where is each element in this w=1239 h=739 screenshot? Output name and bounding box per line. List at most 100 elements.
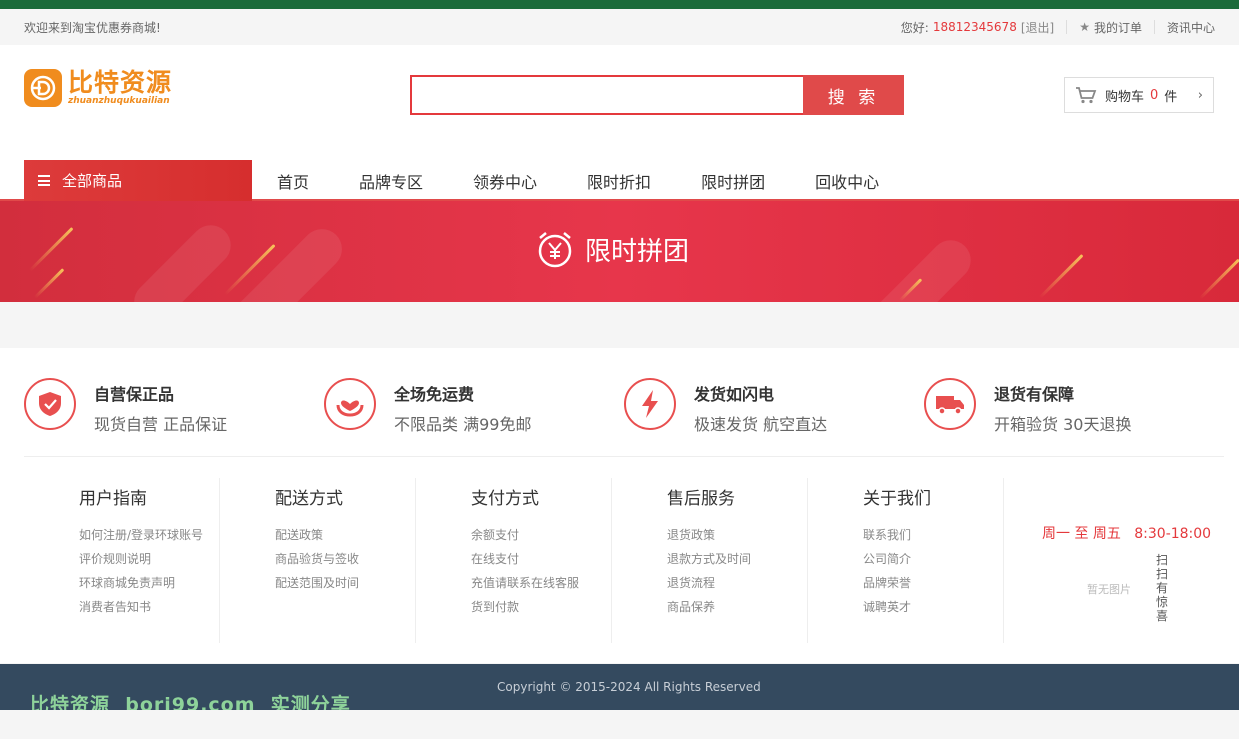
contact-info: 周一 至 周五 8:30-18:00 暂无图片 扫扫有惊喜 [1004, 478, 1224, 643]
page-banner: 限时拼团 [0, 201, 1239, 302]
footer-column-delivery: 配送方式 配送政策 商品验货与签收 配送范围及时间 [220, 478, 416, 643]
my-orders-label: 我的订单 [1093, 20, 1142, 35]
footer-link[interactable]: 货到付款 [471, 595, 611, 619]
service-desc: 开箱验货 30天退换 [994, 415, 1132, 434]
hands-heart-icon [324, 378, 376, 430]
footer-link[interactable]: 品牌荣誉 [863, 571, 1003, 595]
cart-icon [1076, 87, 1097, 104]
footer-column-payment: 支付方式 余额支付 在线支付 充值请联系在线客服 货到付款 [416, 478, 612, 643]
footer-link[interactable]: 消费者告知书 [79, 595, 219, 619]
service-item: 发货如闪电 极速发货 航空直达 [624, 378, 924, 458]
qr-code-placeholder: 暂无图片 [1087, 583, 1131, 596]
service-title: 全场免运费 [394, 385, 475, 404]
cart-button[interactable]: 购物车 0 件 › [1064, 77, 1214, 113]
news-center-link[interactable]: 资讯中心 [1167, 19, 1215, 36]
footer-column-heading: 支付方式 [471, 489, 539, 509]
top-bar: 欢迎来到淘宝优惠券商城! 您好: 18812345678 [退出] ★ 我的订单… [0, 9, 1239, 45]
service-desc: 极速发货 航空直达 [694, 415, 828, 434]
logo-pinyin: zhuanzhuqukuailian [68, 95, 170, 106]
service-item: 全场免运费 不限品类 满99免邮 [324, 378, 624, 458]
star-icon: ★ [1079, 20, 1090, 34]
footer-link[interactable]: 在线支付 [471, 547, 611, 571]
footer-link[interactable]: 配送范围及时间 [275, 571, 415, 595]
service-desc: 不限品类 满99免邮 [394, 415, 532, 434]
banner-title-text: 限时拼团 [585, 236, 690, 267]
footer-link[interactable]: 评价规则说明 [79, 547, 219, 571]
copyright-text: Copyright © 2015-2024 All Rights Reserve… [497, 680, 761, 694]
cart-count: 0 [1150, 87, 1159, 103]
nav-item-group-buy[interactable]: 限时拼团 [676, 169, 790, 193]
greeting-text: 您好: [900, 20, 929, 35]
chevron-right-icon: › [1197, 87, 1203, 103]
alarm-clock-yen-icon [538, 232, 572, 268]
service-title: 自营保正品 [94, 385, 175, 404]
main-nav: 全部商品 首页 品牌专区 领券中心 限时折扣 限时拼团 回收中心 [0, 160, 1239, 201]
page-bottom-margin [0, 710, 1239, 739]
header: 比特资源 zhuanzhuqukuailian 搜 索 购物车 0 件 › [0, 45, 1239, 160]
footer-columns: 用户指南 如何注册/登录环球账号 评价规则说明 环球商城免责声明 消费者告知书 … [24, 478, 1004, 643]
site-logo[interactable]: 比特资源 zhuanzhuqukuailian [24, 69, 172, 107]
service-item: 退货有保障 开箱验货 30天退换 [924, 378, 1224, 458]
cart-unit: 件 [1164, 89, 1178, 105]
nav-item-brands[interactable]: 品牌专区 [334, 169, 448, 193]
service-item: 自营保正品 现货自营 正品保证 [24, 378, 324, 458]
footer-link[interactable]: 充值请联系在线客服 [471, 571, 611, 595]
service-title: 发货如闪电 [694, 385, 775, 404]
footer-column-heading: 关于我们 [863, 489, 931, 509]
content-area-empty [0, 302, 1239, 348]
shield-check-icon [24, 378, 76, 430]
truck-icon [924, 378, 976, 430]
cart-label: 购物车 [1105, 89, 1145, 105]
user-phone-link[interactable]: 18812345678 [933, 20, 1017, 34]
search-button[interactable]: 搜 索 [803, 75, 904, 115]
logo-icon [24, 69, 62, 107]
banner-decoration [28, 227, 74, 272]
nav-item-recycle[interactable]: 回收中心 [790, 169, 904, 193]
all-goods-label: 全部商品 [62, 172, 123, 190]
banner-decoration [215, 220, 351, 302]
footer-link[interactable]: 诚聘英才 [863, 595, 1003, 619]
footer: 自营保正品 现货自营 正品保证 全场免运费 不限品类 满99免邮 发货如闪电 极… [0, 348, 1239, 663]
banner-decoration [1198, 258, 1239, 300]
footer-link[interactable]: 商品保养 [667, 595, 807, 619]
footer-link[interactable]: 退款方式及时间 [667, 547, 807, 571]
banner-title: 限时拼团 [535, 229, 689, 269]
logo-name: 比特资源 [68, 67, 173, 97]
footer-divider [24, 456, 1224, 457]
footer-link[interactable]: 如何注册/登录环球账号 [79, 523, 219, 547]
logout-link[interactable]: [退出] [1021, 19, 1054, 36]
footer-link[interactable]: 退货流程 [667, 571, 807, 595]
footer-column-heading: 用户指南 [79, 489, 147, 509]
divider [1153, 20, 1155, 34]
banner-decoration [1038, 254, 1084, 299]
nav-item-coupons[interactable]: 领券中心 [448, 169, 562, 193]
footer-link[interactable]: 退货政策 [667, 523, 807, 547]
divider [1066, 20, 1068, 34]
service-hours: 周一 至 周五 8:30-18:00 [1042, 526, 1212, 542]
footer-link[interactable]: 余额支付 [471, 523, 611, 547]
copyright-bar: 比特资源 bori99.com 实测分享 Copyright © 2015-20… [0, 664, 1239, 716]
footer-column-about: 关于我们 联系我们 公司简介 品牌荣誉 诚聘英才 [808, 478, 1004, 643]
footer-link[interactable]: 商品验货与签收 [275, 547, 415, 571]
footer-link[interactable]: 公司简介 [863, 547, 1003, 571]
footer-link[interactable]: 环球商城免责声明 [79, 571, 219, 595]
service-desc: 现货自营 正品保证 [94, 415, 228, 434]
my-orders-link[interactable]: ★ 我的订单 [1079, 19, 1142, 36]
all-goods-button[interactable]: 全部商品 [24, 160, 252, 201]
footer-link[interactable]: 联系我们 [863, 523, 1003, 547]
search-input[interactable] [410, 75, 803, 115]
footer-link[interactable]: 配送政策 [275, 523, 415, 547]
lightning-icon [624, 378, 676, 430]
scan-caption: 扫扫有惊喜 [1156, 553, 1169, 623]
top-bar-links: 您好: 18812345678 [退出] ★ 我的订单 资讯中心 [901, 19, 1215, 36]
banner-decoration [33, 268, 65, 299]
top-accent-strip [0, 0, 1239, 9]
nav-item-flash-discount[interactable]: 限时折扣 [562, 169, 676, 193]
menu-icon [38, 175, 50, 186]
footer-column-after-sales: 售后服务 退货政策 退款方式及时间 退货流程 商品保养 [612, 478, 808, 643]
footer-column-user-guide: 用户指南 如何注册/登录环球账号 评价规则说明 环球商城免责声明 消费者告知书 [24, 478, 220, 643]
banner-decoration [125, 217, 239, 302]
service-promises: 自营保正品 现货自营 正品保证 全场免运费 不限品类 满99免邮 发货如闪电 极… [24, 378, 1224, 458]
nav-item-home[interactable]: 首页 [252, 169, 334, 193]
footer-column-heading: 配送方式 [275, 489, 343, 509]
